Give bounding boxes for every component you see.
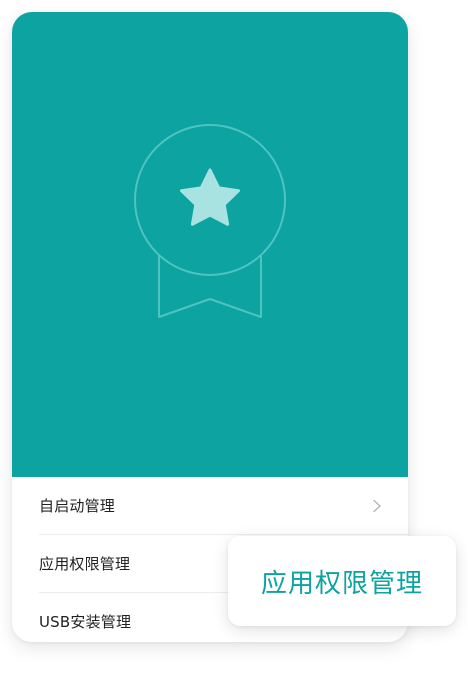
menu-item-label: 应用权限管理	[39, 555, 131, 573]
menu-item-autostart-management[interactable]: 自启动管理	[12, 477, 408, 534]
menu-item-label: 自启动管理	[39, 497, 116, 515]
hero-banner	[12, 12, 408, 477]
highlight-callout: 应用权限管理	[228, 536, 456, 626]
chevron-right-icon	[373, 499, 381, 512]
menu-item-label: USB安装管理	[39, 613, 132, 631]
screen: 自启动管理 应用权限管理 USB安装管理 应用权限管理	[0, 0, 468, 678]
callout-text: 应用权限管理	[260, 568, 423, 599]
award-ribbon-star-icon	[134, 124, 286, 318]
